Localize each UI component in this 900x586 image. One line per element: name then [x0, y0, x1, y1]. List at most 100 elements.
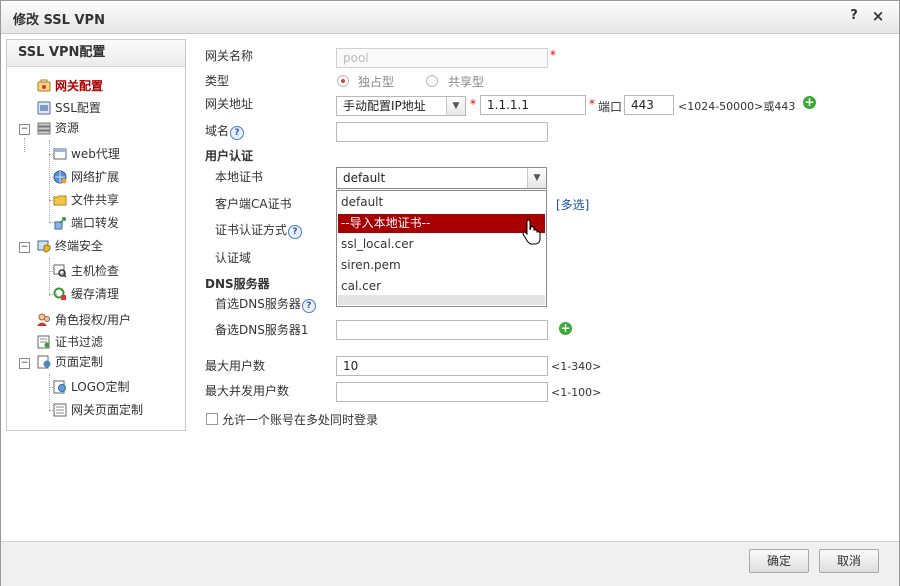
primary-dns-text: 首选DNS服务器: [215, 297, 301, 311]
nav-item-web-proxy[interactable]: web代理: [53, 144, 120, 164]
type-shared-label: 共享型: [448, 75, 485, 89]
primary-dns-label: 首选DNS服务器?: [215, 295, 316, 313]
chevron-down-icon: ▼: [527, 168, 546, 188]
endpoint-security-icon: [37, 240, 51, 253]
port-label: 端口: [598, 100, 623, 114]
nav-item-label: 网络扩展: [71, 170, 120, 184]
dropdown-option[interactable]: ssl_local.cer: [338, 235, 545, 254]
help-icon[interactable]: ?: [846, 8, 862, 24]
type-exclusive-label: 独占型: [358, 75, 395, 89]
max-users-hint: <1-340>: [551, 360, 602, 373]
nav-item-resource[interactable]: 资源: [37, 118, 79, 138]
nav-item-logo-custom[interactable]: LOGO定制: [53, 377, 129, 397]
nav-item-label: 缓存清理: [71, 287, 120, 301]
nav-item-cert-filter[interactable]: 证书过滤: [37, 332, 103, 352]
tree-line: [49, 140, 50, 222]
nav-item-label: 页面定制: [55, 355, 104, 369]
secondary-dns-label: 备选DNS服务器1: [215, 323, 309, 337]
nav-item-gateway-page[interactable]: 网关页面定制: [53, 400, 143, 420]
dropdown-option[interactable]: default: [338, 193, 545, 212]
nav-item-label: 证书过滤: [55, 335, 104, 349]
cancel-button[interactable]: 取消: [819, 549, 879, 573]
help-icon[interactable]: ?: [288, 225, 303, 239]
max-concurrent-label: 最大并发用户数: [205, 384, 290, 398]
secondary-dns-input[interactable]: [336, 320, 548, 340]
dialog-title: 修改 SSL VPN: [13, 13, 105, 28]
client-ca-label: 客户端CA证书: [215, 197, 292, 211]
domain-label: 域名?: [205, 122, 245, 140]
multi-login-checkbox[interactable]: [206, 413, 218, 425]
nav-item-page-custom[interactable]: 页面定制: [37, 352, 103, 372]
tree-line: [24, 138, 25, 152]
dropdown-option-highlighted[interactable]: --导入本地证书--: [338, 214, 545, 233]
tree-line: [49, 374, 50, 412]
ok-button[interactable]: 确定: [749, 549, 809, 573]
page-custom-icon: [37, 355, 51, 369]
dialog-footer: 确定 取消: [1, 541, 899, 586]
max-users-input[interactable]: 10: [336, 356, 548, 376]
cert-filter-icon: [37, 335, 50, 349]
nav-item-cache-clean[interactable]: 缓存清理: [53, 284, 119, 304]
nav-item-label: 网关页面定制: [71, 403, 144, 417]
cache-clean-icon: [53, 287, 66, 300]
gateway-name-input[interactable]: pool: [336, 48, 548, 68]
type-exclusive-radio[interactable]: [337, 75, 349, 87]
multi-login-label: 允许一个账号在多处同时登录: [222, 413, 379, 427]
collapse-resource-button[interactable]: −: [19, 124, 30, 135]
domain-label-text: 域名: [205, 124, 230, 138]
add-dns-icon[interactable]: +: [559, 322, 572, 335]
gateway-address-label: 网关地址: [205, 97, 254, 111]
type-label: 类型: [205, 74, 230, 88]
nav-item-ssl-config[interactable]: SSL配置: [37, 98, 101, 118]
dropdown-option[interactable]: siren.pem: [338, 256, 545, 275]
file-share-icon: [53, 195, 67, 206]
address-mode-select[interactable]: 手动配置IP地址 ▼: [336, 96, 466, 116]
role-user-icon: [37, 313, 50, 326]
resource-icon: [37, 122, 51, 135]
nav-item-host-check[interactable]: 主机检查: [53, 261, 119, 281]
required-mark: *: [470, 97, 476, 111]
add-address-icon[interactable]: +: [803, 96, 816, 109]
nav-item-label: web代理: [71, 147, 120, 161]
nav-item-label: 网关配置: [55, 79, 104, 93]
help-icon[interactable]: ?: [230, 126, 245, 140]
domain-input[interactable]: [336, 122, 548, 142]
local-cert-dropdown-list: default --导入本地证书-- ssl_local.cer siren.p…: [336, 190, 547, 307]
collapse-page-custom-button[interactable]: −: [19, 358, 30, 369]
nav-item-endpoint-security[interactable]: 终端安全: [37, 236, 103, 256]
nav-item-role-user[interactable]: 角色授权/用户: [37, 310, 131, 330]
hand-cursor-icon: [522, 219, 541, 245]
title-bar: 修改 SSL VPN ? ×: [1, 1, 899, 34]
dns-section-title: DNS服务器: [205, 277, 270, 291]
nav-item-port-forward[interactable]: 端口转发: [53, 213, 119, 233]
close-icon[interactable]: ×: [870, 8, 886, 24]
address-mode-value: 手动配置IP地址: [343, 99, 426, 113]
collapse-endpoint-security-button[interactable]: −: [19, 242, 30, 253]
ssl-vpn-dialog: 修改 SSL VPN ? × SSL VPN配置 网关配置 SSL配置 − 资源…: [0, 0, 900, 586]
auth-domain-label: 认证域: [215, 251, 252, 265]
config-nav-panel: SSL VPN配置 网关配置 SSL配置 − 资源 web代理 网络扩展 文件共…: [6, 39, 186, 431]
port-input[interactable]: 443: [624, 95, 674, 115]
type-shared-radio[interactable]: [426, 75, 438, 87]
nav-item-network-extension[interactable]: 网络扩展: [53, 167, 119, 187]
gateway-ip-input[interactable]: 1.1.1.1: [480, 95, 586, 115]
nav-header: SSL VPN配置: [7, 40, 185, 67]
dropdown-option[interactable]: cal.cer: [338, 277, 545, 296]
max-concurrent-input[interactable]: [336, 382, 548, 402]
required-mark: *: [550, 48, 556, 62]
dropdown-scroll-area[interactable]: [338, 295, 545, 305]
nav-item-gateway-config[interactable]: 网关配置: [37, 76, 103, 96]
local-cert-select[interactable]: default ▼: [336, 167, 547, 189]
web-proxy-icon: [53, 148, 67, 160]
ssl-config-icon: [37, 101, 51, 115]
nav-item-label: 主机检查: [71, 264, 120, 278]
cert-auth-method-label: 证书认证方式?: [215, 221, 303, 239]
nav-item-label: 角色授权/用户: [55, 313, 132, 327]
help-icon[interactable]: ?: [301, 299, 316, 313]
nav-item-label: SSL配置: [55, 101, 101, 115]
port-range-hint: <1024-50000>或443: [678, 100, 796, 113]
nav-item-file-share[interactable]: 文件共享: [53, 190, 119, 210]
multi-select-link[interactable]: [多选]: [556, 196, 589, 213]
local-cert-label: 本地证书: [215, 170, 264, 184]
network-extension-icon: [53, 170, 67, 184]
